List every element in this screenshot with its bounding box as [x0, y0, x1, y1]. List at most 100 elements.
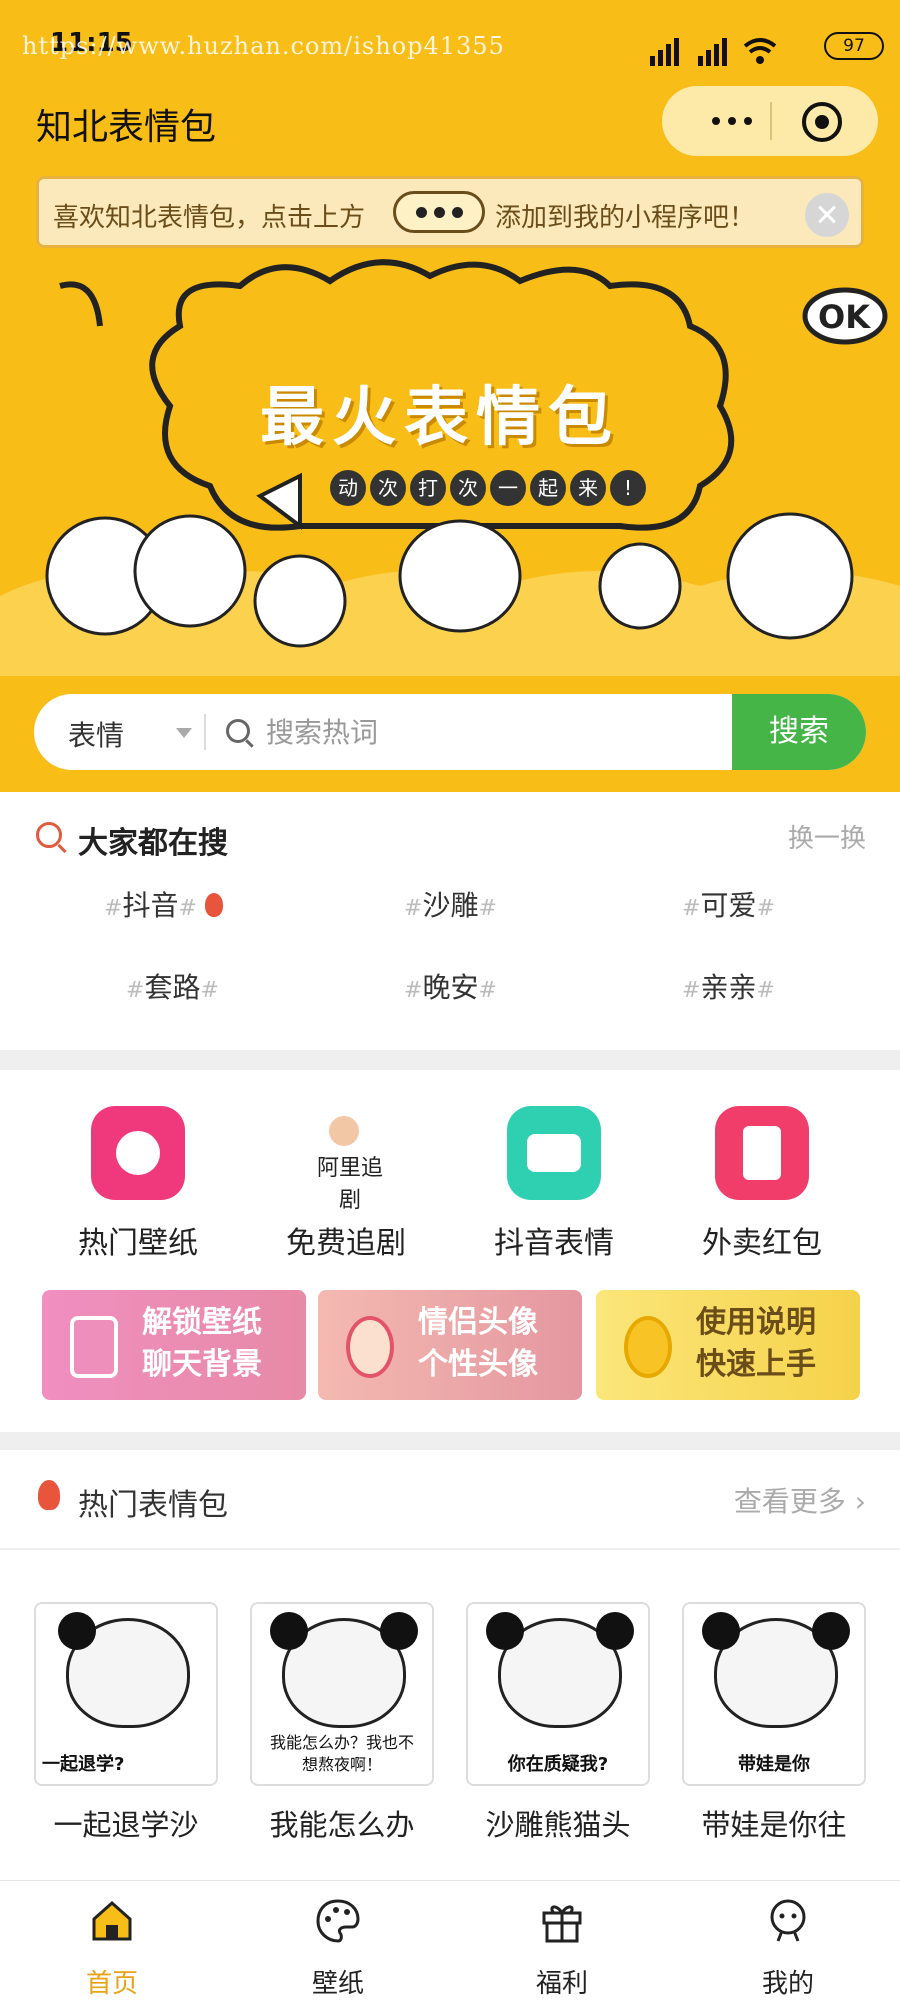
- tab-label: 福利: [535, 1969, 588, 1999]
- meme-thumb[interactable]: 带娃是你: [682, 1602, 866, 1786]
- card-line: 聊天背景: [142, 1347, 262, 1382]
- view-more-link[interactable]: 查看更多 ›: [734, 1480, 866, 1520]
- search-button[interactable]: 搜索: [732, 694, 866, 770]
- quick-item-douyin[interactable]: 抖音表情: [454, 1106, 654, 1262]
- quick-item-label: 外卖红包: [702, 1226, 822, 1261]
- search-bar: 表情 搜索: [34, 694, 866, 770]
- banner-char: 一: [490, 470, 526, 506]
- quick-item-label: 热门壁纸: [78, 1226, 198, 1261]
- tab-welfare[interactable]: 福利: [492, 1897, 632, 2000]
- quick-entry-section: 热门壁纸 阿里追剧 免费追剧 抖音表情 外卖红包 解锁壁纸聊天背景 情侣头像个性…: [0, 1070, 900, 1432]
- panda-ear: [486, 1612, 524, 1650]
- card-line: 情侣头像: [418, 1305, 538, 1340]
- hot-tag-label: 晚安: [422, 971, 479, 1004]
- card-text: 解锁壁纸 聊天背景: [142, 1302, 262, 1386]
- status-bar: 11:15 https://www.huzhan.com/ishop41355 …: [0, 22, 900, 72]
- more-dots-icon: [393, 191, 485, 233]
- view-more-label: 查看更多: [733, 1485, 846, 1518]
- tab-mine[interactable]: 我的: [718, 1897, 858, 2000]
- search-divider: [204, 714, 206, 750]
- battery-indicator: 97: [824, 32, 884, 60]
- meme-caption: 一起退学?: [42, 1754, 125, 1775]
- gift-icon: [542, 1905, 582, 1943]
- top-header-area: 11:15 https://www.huzhan.com/ishop41355 …: [0, 0, 900, 792]
- meme-thumb[interactable]: 我能怎么办？我也不想熬夜啊！: [250, 1602, 434, 1786]
- signal-wifi-icons: [650, 38, 777, 66]
- card-couple-avatar[interactable]: 情侣头像 个性头像: [318, 1290, 582, 1400]
- hot-tag-label: 抖音: [122, 889, 179, 922]
- search-icon: [226, 719, 250, 743]
- award-icon: [91, 1106, 185, 1200]
- hot-tag[interactable]: #沙雕#: [404, 884, 497, 924]
- meme-name[interactable]: 沙雕熊猫头: [458, 1802, 658, 1844]
- promo-banner[interactable]: OK 最火表情包 动 次 打 次 一 起 来 !: [0, 256, 900, 676]
- add-miniprogram-tip: 喜欢知北表情包，点击上方 添加到我的小程序吧！: [36, 176, 864, 248]
- tab-wallpaper[interactable]: 壁纸: [268, 1897, 408, 2000]
- fire-icon: [204, 893, 223, 917]
- card-line: 解锁壁纸: [142, 1305, 262, 1340]
- card-usage-guide[interactable]: 使用说明 快速上手: [596, 1290, 860, 1400]
- card-text: 使用说明 快速上手: [696, 1302, 816, 1386]
- quick-item-label: 免费追剧: [286, 1226, 406, 1261]
- red-envelope-icon: [715, 1106, 809, 1200]
- hot-tag[interactable]: #亲亲#: [682, 966, 775, 1006]
- hot-tag[interactable]: #套路#: [126, 966, 219, 1006]
- refresh-button[interactable]: 换一换: [788, 818, 866, 855]
- panda-ear: [270, 1612, 308, 1650]
- quick-item-drama[interactable]: 阿里追剧 免费追剧: [246, 1106, 446, 1262]
- close-miniprogram-button[interactable]: [802, 102, 842, 142]
- meme-name[interactable]: 我能怎么办: [242, 1802, 442, 1844]
- tip-text-before: 喜欢知北表情包，点击上方: [53, 203, 366, 233]
- card-line: 个性头像: [418, 1347, 538, 1382]
- svg-text:OK: OK: [818, 298, 871, 336]
- tab-home[interactable]: 首页: [42, 1897, 182, 2000]
- flame-icon: [38, 1480, 60, 1510]
- ticket-icon: [507, 1106, 601, 1200]
- meme-caption: 我能怎么办？我也不想熬夜啊！: [270, 1733, 415, 1774]
- banner-char: 打: [410, 470, 446, 506]
- banner-subtitle: 动 次 打 次 一 起 来 !: [330, 470, 646, 506]
- user-icon: [770, 1899, 806, 1942]
- meme-name[interactable]: 一起退学沙: [26, 1802, 226, 1844]
- search-category-select[interactable]: 表情: [68, 714, 124, 754]
- search-input[interactable]: [266, 710, 746, 754]
- hot-tag[interactable]: #可爱#: [682, 884, 775, 924]
- home-icon: [92, 1900, 132, 1941]
- close-tip-button[interactable]: [805, 193, 849, 237]
- hot-tag[interactable]: #抖音#: [104, 884, 223, 924]
- drama-logo-icon: 阿里追剧: [299, 1106, 393, 1213]
- app-title: 知北表情包: [36, 107, 217, 148]
- miniprogram-capsule: [662, 86, 878, 156]
- tab-label: 壁纸: [311, 1969, 364, 1999]
- chevron-down-icon[interactable]: [176, 728, 192, 738]
- panda-ear: [812, 1612, 850, 1650]
- hot-pack-section: 热门表情包 查看更多 › 一起退学? 我能怎么办？我也不想熬夜啊！ 你在质疑我?…: [0, 1450, 900, 1880]
- search-icon: [36, 822, 62, 848]
- banner-char: 起: [530, 470, 566, 506]
- hot-search-section: 大家都在搜 换一换 #抖音# #沙雕# #可爱# #套路# #晚安# #亲亲#: [0, 792, 900, 1050]
- tip-text-after: 添加到我的小程序吧！: [495, 203, 756, 233]
- card-text: 情侣头像 个性头像: [418, 1302, 538, 1386]
- card-unlock-wallpaper[interactable]: 解锁壁纸 聊天背景: [42, 1290, 306, 1400]
- card-line: 快速上手: [696, 1347, 816, 1382]
- hot-tag[interactable]: #晚安#: [404, 966, 497, 1006]
- capsule-separator: [770, 102, 772, 140]
- panda-ear: [596, 1612, 634, 1650]
- drama-logo-text: 阿里追剧: [316, 1156, 383, 1213]
- hot-tag-label: 沙雕: [422, 889, 479, 922]
- panda-ear: [702, 1612, 740, 1650]
- meme-thumb[interactable]: 你在质疑我?: [466, 1602, 650, 1786]
- quick-item-redpacket[interactable]: 外卖红包: [662, 1106, 862, 1262]
- panda-ear: [380, 1612, 418, 1650]
- palette-icon: [316, 1899, 360, 1943]
- banner-illustration: OK: [0, 259, 900, 676]
- hot-search-title: 大家都在搜: [78, 826, 228, 861]
- hot-tag-label: 可爱: [700, 889, 757, 922]
- meme-thumb[interactable]: 一起退学?: [34, 1602, 218, 1786]
- tab-label: 我的: [761, 1969, 814, 1999]
- banner-char: 来: [570, 470, 606, 506]
- banner-char: !: [610, 470, 646, 506]
- quick-item-wallpaper[interactable]: 热门壁纸: [38, 1106, 238, 1262]
- more-menu-button[interactable]: [692, 108, 772, 134]
- meme-name[interactable]: 带娃是你往: [674, 1802, 874, 1844]
